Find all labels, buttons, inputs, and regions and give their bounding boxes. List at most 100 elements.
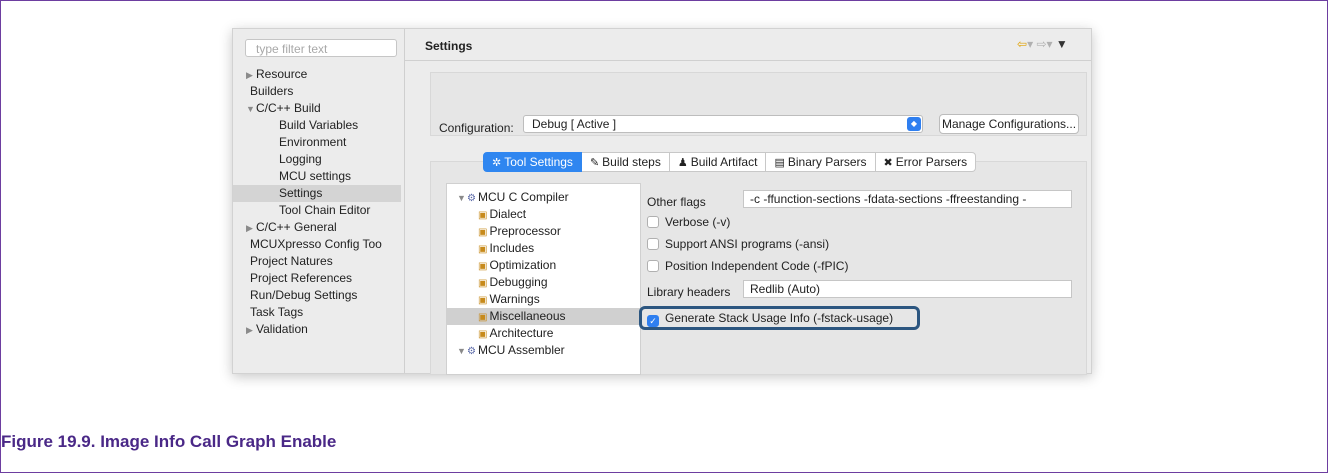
pic-label: Position Independent Code (-fPIC) xyxy=(665,259,849,273)
view-menu-icon[interactable]: ▼ xyxy=(1056,37,1068,51)
option-category-icon: ▣ xyxy=(478,244,488,255)
tree-item-debugging[interactable]: ▣ Debugging xyxy=(447,274,640,291)
ansi-label: Support ANSI programs (-ansi) xyxy=(665,237,830,251)
configuration-value: Debug [ Active ] xyxy=(532,117,617,131)
tab-icon: ♟ xyxy=(677,157,688,169)
tab-tool-settings[interactable]: ✲ Tool Settings xyxy=(483,152,582,172)
filter-input[interactable]: type filter text xyxy=(245,39,397,57)
collapsed-arrow-icon[interactable]: ▶ xyxy=(246,220,256,237)
expanded-arrow-icon[interactable]: ▼ xyxy=(457,343,467,360)
tree-item-label: Preprocessor xyxy=(489,224,561,238)
tree-item-mcu-assembler[interactable]: ▼⚙ MCU Assembler xyxy=(457,342,640,359)
settings-tabs: ✲ Tool Settings ✎ Build steps ♟ Build Artifac… xyxy=(483,152,977,172)
tree-item-label: MCU Assembler xyxy=(477,343,565,357)
forward-menu-icon[interactable]: ▾ xyxy=(1047,37,1053,51)
nav-item-resource[interactable]: ▶ Resource xyxy=(233,66,401,83)
nav-item-validation[interactable]: ▶ Validation xyxy=(233,321,401,338)
tab-binary-parsers[interactable]: ▤ Binary Parsers xyxy=(766,152,876,172)
tool-gear-icon: ⚙ xyxy=(467,346,476,357)
nav-item-settings[interactable]: Settings xyxy=(233,185,401,202)
nav-item-builders[interactable]: Builders xyxy=(233,83,401,100)
nav-item-label: C/C++ Build xyxy=(256,101,321,115)
nav-item-task-tags[interactable]: Task Tags xyxy=(233,304,401,321)
nav-item-build-variables[interactable]: Build Variables xyxy=(233,117,401,134)
tree-item-label: Optimization xyxy=(489,258,557,272)
tool-settings-tree: ▼⚙ MCU C Compiler ▣ Dialect ▣ Preprocessor ▣ In… xyxy=(446,183,641,375)
other-flags-input[interactable]: -c -ffunction-sections -fdata-sections -… xyxy=(743,190,1072,208)
nav-item-c-c-general[interactable]: ▶ C/C++ General xyxy=(233,219,401,236)
configuration-select[interactable]: Debug [ Active ] ◆ xyxy=(523,115,923,133)
pic-checkbox[interactable] xyxy=(647,260,659,272)
nav-item-project-natures[interactable]: Project Natures xyxy=(233,253,401,270)
tab-error-parsers[interactable]: ✖ Error Parsers xyxy=(875,152,977,172)
tab-label: Binary Parsers xyxy=(787,155,867,169)
tree-item-label: Miscellaneous xyxy=(489,309,566,323)
nav-item-c-c-build[interactable]: ▼C/C++ Build xyxy=(233,100,401,117)
option-category-icon: ▣ xyxy=(478,261,488,272)
expanded-arrow-icon[interactable]: ▼ xyxy=(246,101,256,118)
nav-item-label: Logging xyxy=(279,152,322,166)
other-flags-label: Other flags xyxy=(647,195,706,209)
collapsed-arrow-icon[interactable]: ▶ xyxy=(246,322,256,339)
tree-item-warnings[interactable]: ▣ Warnings xyxy=(447,291,640,308)
properties-dialog: type filter text ▶ Resource Builders ▼C/C++… xyxy=(232,28,1092,375)
select-arrows-icon[interactable]: ◆ xyxy=(907,117,921,131)
option-category-icon: ▣ xyxy=(478,312,488,323)
nav-item-run-debug-settings[interactable]: Run/Debug Settings xyxy=(233,287,401,304)
tree-item-label: Includes xyxy=(489,241,535,255)
ansi-checkbox[interactable] xyxy=(647,238,659,250)
tab-build-steps[interactable]: ✎ Build steps xyxy=(581,152,670,172)
tree-item-label: Debugging xyxy=(489,275,548,289)
tab-build-artifact[interactable]: ♟ Build Artifact xyxy=(669,152,767,172)
figure-caption: Figure 19.9. Image Info Call Graph Enabl… xyxy=(1,432,337,451)
option-category-icon: ▣ xyxy=(478,210,488,221)
tool-gear-icon: ⚙ xyxy=(467,193,476,204)
tab-icon: ✲ xyxy=(492,157,502,169)
tab-icon: ▤ xyxy=(774,157,785,169)
nav-item-tool-chain-editor[interactable]: Tool Chain Editor xyxy=(233,202,401,219)
verbose-option[interactable]: Verbose (-v) xyxy=(647,214,730,230)
forward-arrow-icon[interactable]: ⇨ xyxy=(1036,37,1046,51)
tab-label: Error Parsers xyxy=(895,155,968,169)
nav-item-label: Builders xyxy=(250,84,294,98)
tree-item-preprocessor[interactable]: ▣ Preprocessor xyxy=(447,223,640,240)
nav-item-environment[interactable]: Environment xyxy=(233,134,401,151)
tree-item-label: Warnings xyxy=(489,292,540,306)
back-menu-icon[interactable]: ▾ xyxy=(1027,37,1033,51)
tab-label: Tool Settings xyxy=(504,155,573,169)
properties-nav-panel: type filter text ▶ Resource Builders ▼C/C++… xyxy=(233,29,404,373)
ansi-option[interactable]: Support ANSI programs (-ansi) xyxy=(647,236,829,252)
nav-item-mcuxpresso-config-too[interactable]: MCUXpresso Config Too xyxy=(233,236,401,253)
pic-option[interactable]: Position Independent Code (-fPIC) xyxy=(647,258,848,274)
collapsed-arrow-icon[interactable]: ▶ xyxy=(246,67,256,84)
option-category-icon: ▣ xyxy=(478,329,488,340)
option-category-icon: ▣ xyxy=(478,278,488,289)
stack-usage-checkbox[interactable]: ✓ xyxy=(647,315,659,327)
manage-configurations-button[interactable]: Manage Configurations... xyxy=(939,114,1079,134)
tree-item-includes[interactable]: ▣ Includes xyxy=(447,240,640,257)
tree-item-label: Dialect xyxy=(489,207,527,221)
nav-item-logging[interactable]: Logging xyxy=(233,151,401,168)
tab-label: Build steps xyxy=(602,155,661,169)
tree-item-miscellaneous[interactable]: ▣ Miscellaneous xyxy=(447,308,640,325)
stack-usage-option[interactable]: ✓ Generate Stack Usage Info (-fstack-usag… xyxy=(647,310,893,327)
library-headers-select[interactable]: Redlib (Auto) xyxy=(743,280,1072,298)
nav-item-label: C/C++ General xyxy=(256,220,337,234)
back-arrow-icon[interactable]: ⇦ xyxy=(1017,37,1027,51)
tree-item-dialect[interactable]: ▣ Dialect xyxy=(447,206,640,223)
tree-item-label: Architecture xyxy=(489,326,554,340)
option-category-icon: ▣ xyxy=(478,295,488,306)
tree-item-mcu-c-compiler[interactable]: ▼⚙ MCU C Compiler xyxy=(457,189,640,206)
history-nav: ⇦▾ ⇨▾ ▼ xyxy=(1017,37,1068,51)
nav-item-label: Settings xyxy=(279,186,323,200)
verbose-checkbox[interactable] xyxy=(647,216,659,228)
tree-item-architecture[interactable]: ▣ Architecture xyxy=(447,325,640,342)
tab-icon: ✎ xyxy=(589,157,600,169)
verbose-label: Verbose (-v) xyxy=(665,215,731,229)
nav-item-project-references[interactable]: Project References xyxy=(233,270,401,287)
nav-item-label: MCU settings xyxy=(279,169,352,183)
stack-usage-label: Generate Stack Usage Info (-fstack-usage… xyxy=(665,311,894,325)
nav-item-mcu-settings[interactable]: MCU settings xyxy=(233,168,401,185)
expanded-arrow-icon[interactable]: ▼ xyxy=(457,190,467,207)
tree-item-optimization[interactable]: ▣ Optimization xyxy=(447,257,640,274)
